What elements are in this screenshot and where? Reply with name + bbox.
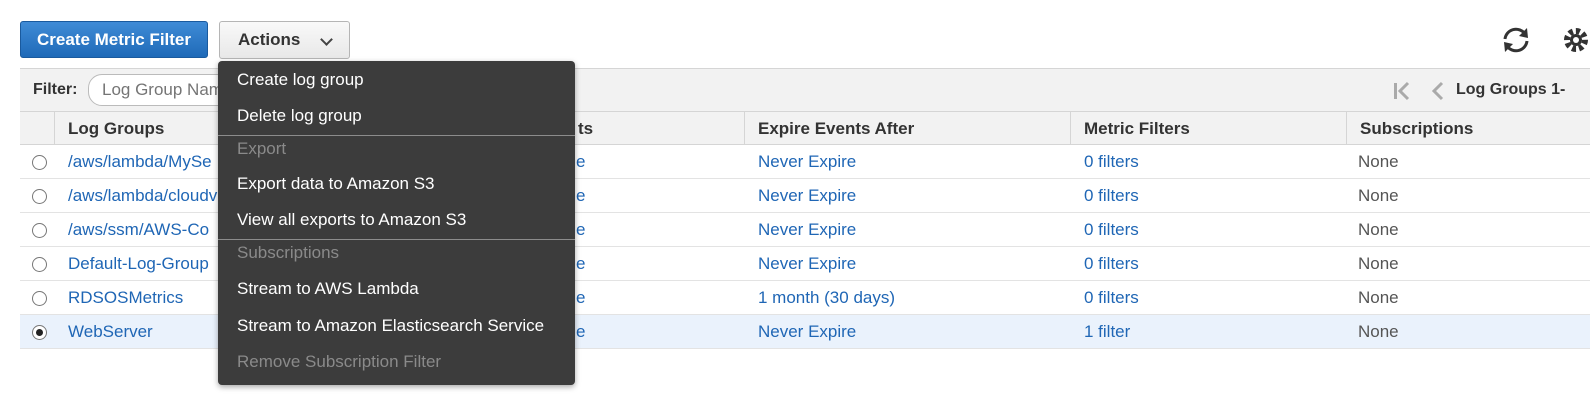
- menu-divider: [218, 135, 575, 136]
- metric-filters-link[interactable]: 1 filter: [1084, 315, 1334, 349]
- log-group-name-link[interactable]: /aws/lambda/MySe: [68, 145, 238, 179]
- menu-item-delete-log-group[interactable]: Delete log group: [237, 106, 362, 126]
- log-group-name-link[interactable]: RDSOSMetrics: [68, 281, 238, 315]
- expire-events-link[interactable]: Never Expire: [758, 247, 1058, 281]
- create-metric-filter-button[interactable]: Create Metric Filter: [20, 21, 208, 58]
- subscriptions-value: None: [1358, 254, 1399, 273]
- subscriptions-value: None: [1358, 322, 1399, 341]
- first-page-icon[interactable]: [1392, 81, 1412, 101]
- insights-link[interactable]: e: [576, 145, 596, 179]
- expire-events-link[interactable]: Never Expire: [758, 213, 1058, 247]
- prev-page-icon[interactable]: [1430, 81, 1446, 101]
- chevron-down-icon: [320, 33, 333, 46]
- insights-link[interactable]: e: [576, 247, 596, 281]
- column-header-subscriptions[interactable]: Subscriptions: [1346, 112, 1590, 145]
- insights-link[interactable]: e: [576, 179, 596, 213]
- column-header-metric-filters[interactable]: Metric Filters: [1070, 112, 1346, 145]
- insights-link[interactable]: e: [576, 315, 596, 349]
- actions-button[interactable]: Actions: [219, 21, 350, 59]
- expire-events-link[interactable]: Never Expire: [758, 315, 1058, 349]
- menu-item-view-exports-s3[interactable]: View all exports to Amazon S3: [237, 210, 466, 230]
- gear-icon[interactable]: [1552, 24, 1590, 56]
- log-group-name-link[interactable]: /aws/lambda/cloudv: [68, 179, 238, 213]
- row-select-radio[interactable]: [32, 189, 47, 204]
- menu-item-remove-subscription-filter: Remove Subscription Filter: [237, 352, 442, 371]
- log-group-name-link[interactable]: Default-Log-Group: [68, 247, 238, 281]
- metric-filters-link[interactable]: 0 filters: [1084, 281, 1334, 315]
- subscriptions-value: None: [1358, 186, 1399, 205]
- menu-item-stream-to-lambda[interactable]: Stream to AWS Lambda: [237, 279, 419, 299]
- subscriptions-value: None: [1358, 220, 1399, 239]
- row-select-radio[interactable]: [32, 325, 47, 340]
- insights-link[interactable]: e: [576, 281, 596, 315]
- row-select-radio[interactable]: [32, 223, 47, 238]
- pager-label: Log Groups 1-: [1456, 81, 1566, 98]
- metric-filters-link[interactable]: 0 filters: [1084, 179, 1334, 213]
- log-group-name-link[interactable]: WebServer: [68, 315, 238, 349]
- expire-events-link[interactable]: Never Expire: [758, 145, 1058, 179]
- metric-filters-link[interactable]: 0 filters: [1084, 145, 1334, 179]
- row-select-radio[interactable]: [32, 291, 47, 306]
- column-header-insights[interactable]: ts: [578, 112, 744, 145]
- column-header-expire-events-after[interactable]: Expire Events After: [744, 112, 1070, 145]
- metric-filters-link[interactable]: 0 filters: [1084, 213, 1334, 247]
- menu-divider: [218, 239, 575, 240]
- menu-item-create-log-group[interactable]: Create log group: [237, 70, 364, 90]
- select-column-header: [20, 112, 54, 145]
- subscriptions-value: None: [1358, 152, 1399, 171]
- menu-item-export-to-s3[interactable]: Export data to Amazon S3: [237, 174, 435, 194]
- refresh-icon[interactable]: [1500, 26, 1532, 54]
- filter-label: Filter:: [33, 81, 78, 98]
- expire-events-link[interactable]: Never Expire: [758, 179, 1058, 213]
- actions-dropdown-menu: Create log group Delete log group Export…: [218, 61, 575, 385]
- row-select-radio[interactable]: [32, 155, 47, 170]
- insights-link[interactable]: e: [576, 213, 596, 247]
- menu-item-stream-to-elasticsearch[interactable]: Stream to Amazon Elasticsearch Service: [237, 316, 544, 336]
- subscriptions-value: None: [1358, 288, 1399, 307]
- log-group-name-link[interactable]: /aws/ssm/AWS-Co: [68, 213, 238, 247]
- metric-filters-link[interactable]: 0 filters: [1084, 247, 1334, 281]
- actions-button-label: Actions: [238, 30, 301, 49]
- menu-section-export: Export: [237, 139, 287, 158]
- menu-section-subscriptions: Subscriptions: [237, 243, 340, 262]
- row-select-radio[interactable]: [32, 257, 47, 272]
- expire-events-link[interactable]: 1 month (30 days): [758, 281, 1058, 315]
